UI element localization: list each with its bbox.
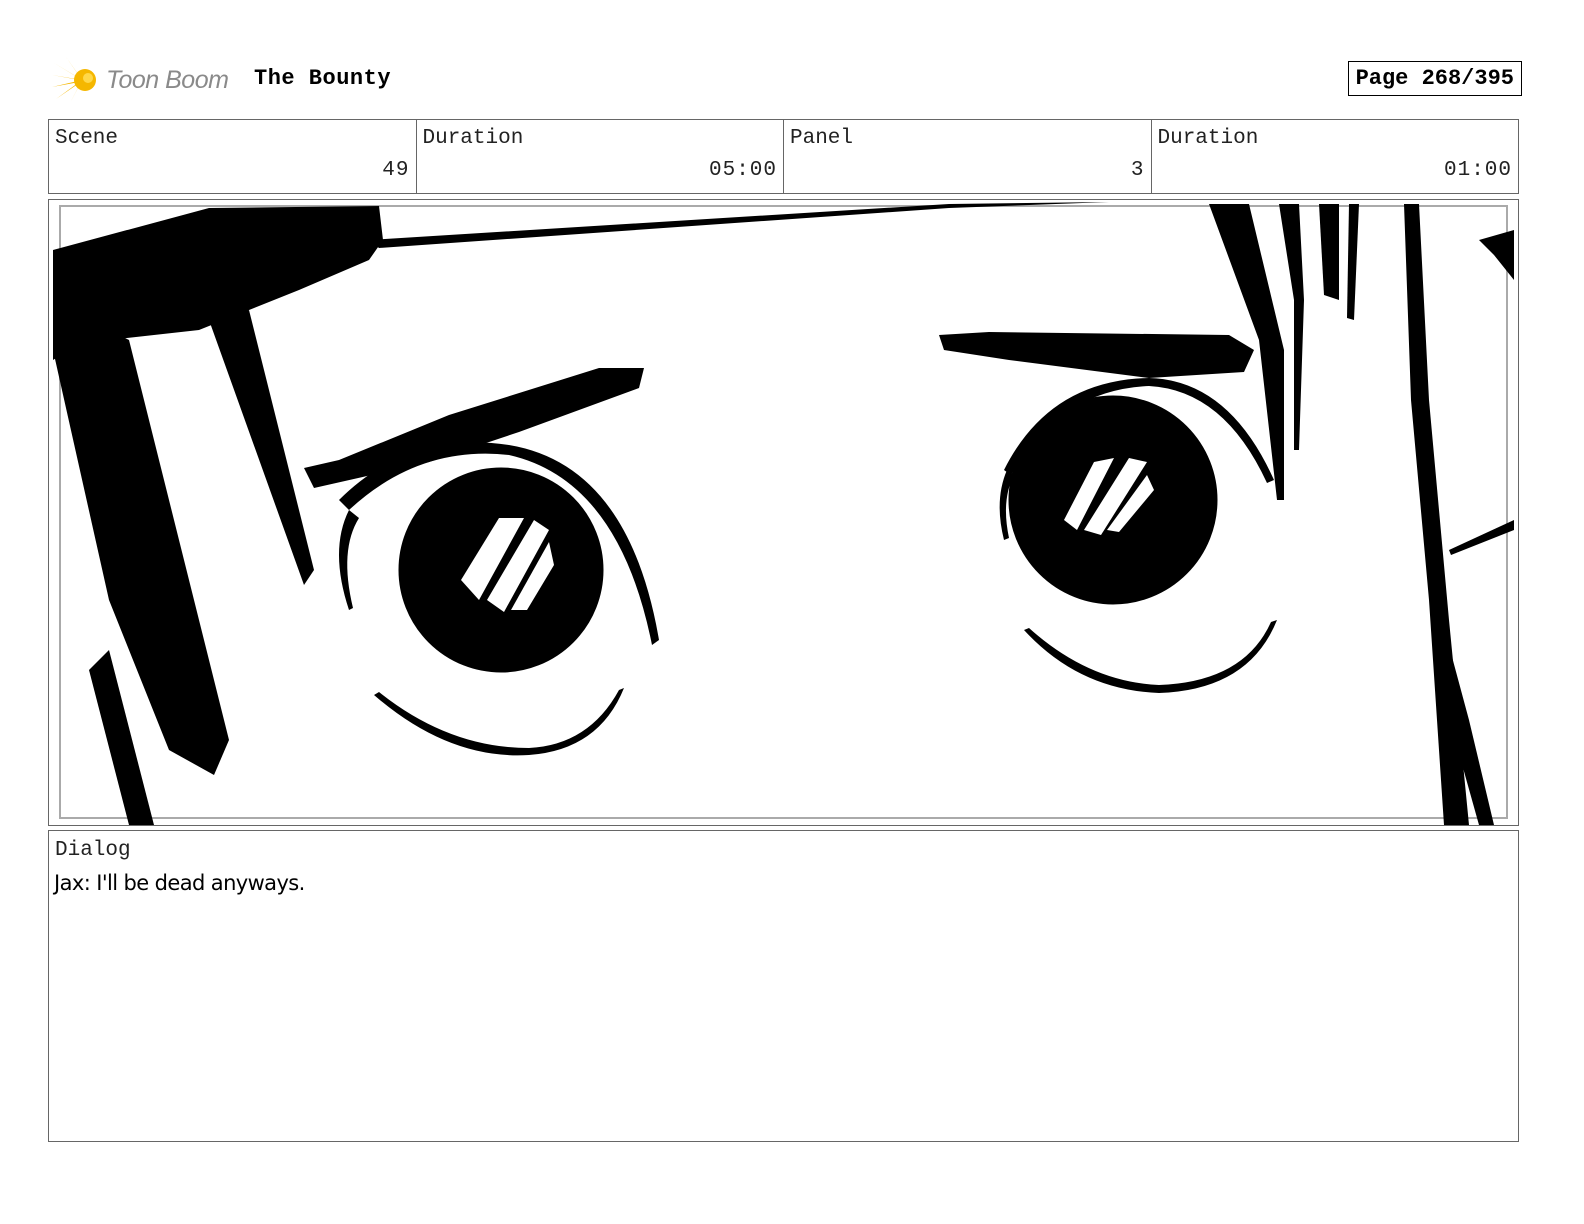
panel-duration-value: 01:00 (1443, 159, 1512, 182)
storyboard-panel (48, 199, 1519, 826)
scene-info-bar: Scene 49 Duration 05:00 Panel 3 Duration… (48, 119, 1519, 194)
dialog-text: Jax: I'll be dead anyways. (54, 871, 305, 895)
scene-value: 49 (382, 159, 410, 182)
page-header: Toon Boom The Bounty Page 268/395 (52, 54, 1522, 106)
toon-boom-logo: Toon Boom (52, 54, 229, 106)
starburst-icon (52, 57, 96, 103)
dialog-label: Dialog (55, 839, 131, 862)
panel-label: Panel (790, 127, 854, 150)
scene-cell: Scene 49 (49, 120, 417, 193)
panel-duration-cell: Duration 01:00 (1152, 120, 1519, 193)
panel-duration-label: Duration (1157, 127, 1259, 150)
project-title: The Bounty (254, 66, 392, 91)
panel-cell: Panel 3 (784, 120, 1152, 193)
dialog-section: Dialog Jax: I'll be dead anyways. (48, 830, 1519, 1142)
scene-duration-label: Duration (422, 127, 524, 150)
scene-duration-cell: Duration 05:00 (417, 120, 784, 193)
logo-text: Toon Boom (106, 65, 229, 94)
panel-value: 3 (1130, 159, 1145, 182)
scene-label: Scene (55, 127, 119, 150)
panel-sketch (53, 202, 1514, 825)
page-number: Page 268/395 (1347, 61, 1522, 96)
scene-duration-value: 05:00 (708, 159, 777, 182)
